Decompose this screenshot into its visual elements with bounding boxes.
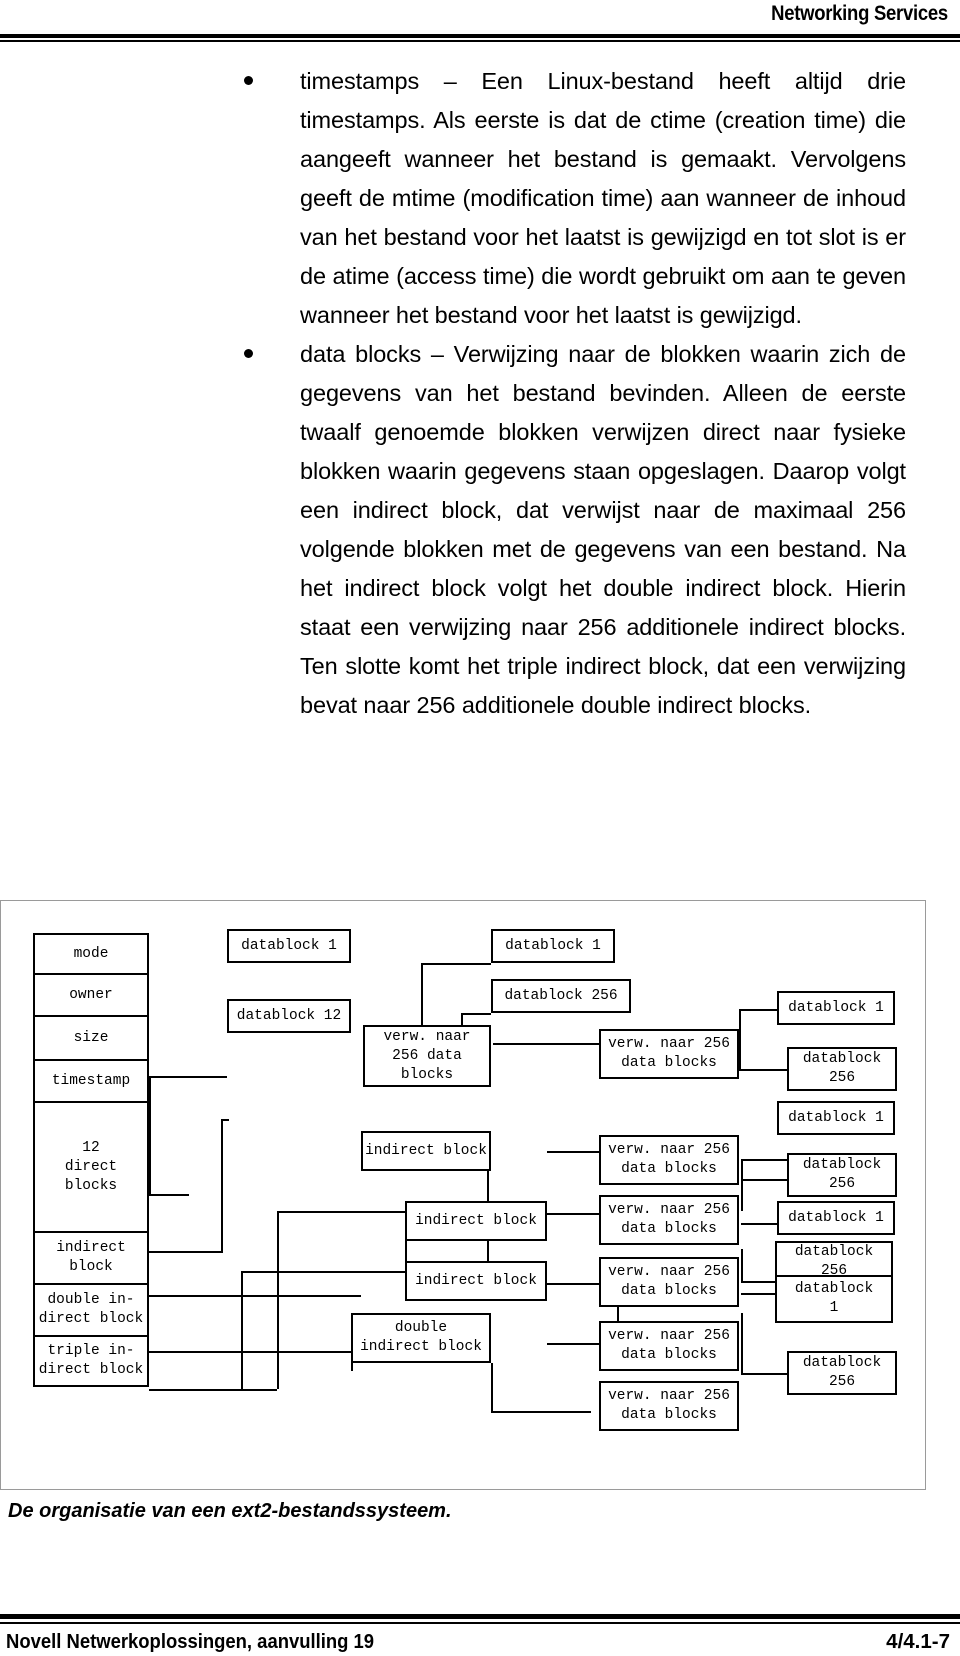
- footer-rule-thick: [0, 1614, 960, 1619]
- connector-line: [149, 1389, 277, 1391]
- inode-field-double-indirect-block: double in- direct block: [33, 1283, 149, 1335]
- connector-line: [241, 1271, 407, 1273]
- header-rule-thick: [0, 34, 960, 38]
- inode-field-mode: mode: [33, 933, 149, 973]
- datablock-indirect-1: datablock 1: [491, 929, 615, 963]
- connector-line: [221, 1119, 229, 1121]
- connector-line: [149, 1251, 223, 1253]
- datablock-right-4: datablock 256: [787, 1153, 897, 1197]
- pointer-box-indirect: verw. naar 256 data blocks: [363, 1025, 491, 1087]
- double-indirect-block: double indirect block: [351, 1313, 491, 1363]
- connector-line: [149, 1076, 227, 1078]
- inode-field-size: size: [33, 1015, 149, 1059]
- bullet-paragraph-timestamps: timestamps – Een Linux-bestand heeft alt…: [300, 68, 906, 328]
- connector-line: [277, 1211, 279, 1389]
- datablock-right-5: datablock 1: [777, 1201, 895, 1235]
- pointer-box-1: verw. naar 256 data blocks: [599, 1029, 739, 1079]
- connector-line: [149, 1076, 151, 1196]
- datablock-right-3: datablock 1: [777, 1101, 895, 1135]
- ext2-filesystem-diagram: mode owner size timestamp 12 direct bloc…: [0, 900, 926, 1490]
- connector-line: [149, 1351, 353, 1353]
- datablock-right-7: datablock 1: [775, 1275, 893, 1323]
- footer-publication: Novell Netwerkoplossingen, aanvulling 19: [6, 1630, 375, 1653]
- connector-line: [241, 1271, 243, 1391]
- running-head-title: Networking Services: [771, 2, 948, 25]
- connector-line: [491, 1363, 493, 1413]
- connector-line: [277, 1211, 405, 1213]
- footer-rule-thin: [0, 1622, 960, 1624]
- bullet-dot-icon: [244, 349, 253, 358]
- connector-line: [421, 963, 491, 965]
- datablock-direct-1: datablock 1: [227, 929, 351, 963]
- datablock-right-1: datablock 1: [777, 991, 895, 1025]
- inode-field-timestamp: timestamp: [33, 1059, 149, 1101]
- pointer-box-2: verw. naar 256 data blocks: [599, 1135, 739, 1185]
- connector-line: [149, 1295, 361, 1297]
- datablock-right-8: datablock 256: [787, 1351, 897, 1395]
- inode-field-triple-indirect-block: triple in- direct block: [33, 1335, 149, 1387]
- page-footer: Novell Netwerkoplossingen, aanvulling 19…: [0, 1598, 960, 1656]
- pointer-box-4: verw. naar 256 data blocks: [599, 1257, 739, 1307]
- connector-line: [149, 1194, 189, 1196]
- connector-line: [739, 1009, 741, 1071]
- body-text: timestamps – Een Linux-bestand heeft alt…: [0, 62, 960, 725]
- datablock-right-2: datablock 256: [787, 1047, 897, 1091]
- bullet-dot-icon: [244, 76, 253, 85]
- indirect-block-3: indirect block: [405, 1261, 547, 1301]
- connector-line: [741, 1159, 743, 1211]
- inode-field-owner: owner: [33, 973, 149, 1015]
- indirect-block-1: indirect block: [361, 1131, 491, 1171]
- inode-field-direct-blocks: 12 direct blocks: [33, 1101, 149, 1231]
- figure-caption: De organisatie van een ext2-bestandssyst…: [8, 1500, 452, 1522]
- connector-line: [461, 1013, 491, 1015]
- pointer-box-6: verw. naar 256 data blocks: [599, 1381, 739, 1431]
- bullet-item-datablocks: data blocks – Verwijzing naar de blokken…: [0, 335, 960, 725]
- header-rule-thin: [0, 40, 960, 42]
- indirect-block-2: indirect block: [405, 1201, 547, 1241]
- pointer-box-3: verw. naar 256 data blocks: [599, 1195, 739, 1245]
- bullet-paragraph-datablocks: data blocks – Verwijzing naar de blokken…: [300, 341, 906, 718]
- connector-line: [491, 1411, 591, 1413]
- connector-line: [741, 1249, 743, 1283]
- inode-field-indirect-block: indirect block: [33, 1231, 149, 1283]
- connector-line: [741, 1313, 743, 1375]
- footer-page-number: 4/4.1-7: [886, 1630, 950, 1653]
- connector-line: [221, 1119, 223, 1253]
- page-header: Networking Services: [0, 0, 960, 46]
- pointer-box-5: verw. naar 256 data blocks: [599, 1321, 739, 1371]
- bullet-item-timestamps: timestamps – Een Linux-bestand heeft alt…: [0, 62, 960, 335]
- datablock-direct-12: datablock 12: [227, 999, 351, 1033]
- datablock-indirect-256: datablock 256: [491, 979, 631, 1013]
